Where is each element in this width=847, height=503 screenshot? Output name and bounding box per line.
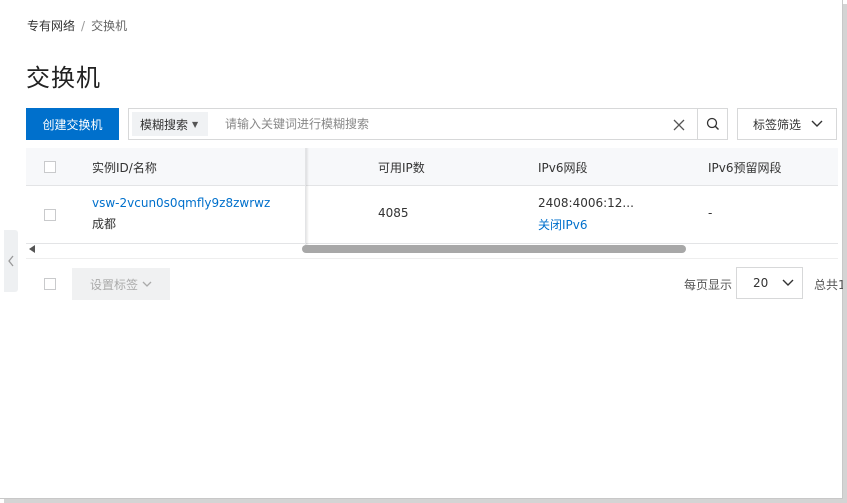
set-tag-label: 设置标签 [89, 277, 138, 292]
select-all-checkbox[interactable] [44, 161, 56, 173]
scrollbar-thumb[interactable] [302, 245, 686, 253]
tag-filter-dropdown[interactable]: 标签筛选 [737, 108, 837, 140]
search-box: 模糊搜索 ▼ [128, 108, 728, 140]
total-count-label: 总共1 [814, 278, 846, 292]
search-icon [706, 117, 719, 130]
header-ipv6-cidr[interactable]: IPv6网段 [538, 159, 588, 176]
search-input[interactable] [225, 113, 655, 135]
table-header: 实例ID/名称 可用IP数 IPv6网段 IPv6预留网段 [26, 148, 838, 186]
breadcrumb-separator: / [81, 18, 86, 33]
row-checkbox[interactable] [44, 209, 56, 221]
scroll-left-arrow-icon[interactable] [29, 245, 35, 253]
page-title: 交换机 [26, 64, 101, 92]
footer-select-all-checkbox[interactable] [44, 278, 56, 290]
ipv6-cidr-value: 2408:4006:12... [538, 196, 634, 210]
search-type-dropdown[interactable]: 模糊搜索 ▼ [132, 112, 208, 136]
breadcrumb: 专有网络 / 交换机 [27, 17, 127, 34]
header-instance[interactable]: 实例ID/名称 [92, 159, 157, 176]
console-frame: 专有网络 / 交换机 交换机 创建交换机 模糊搜索 ▼ 标签筛选 [0, 0, 846, 499]
table-row: vsw-2vcun0s0qmfly9z8zwrwz 成都 4085 2408:4… [26, 186, 838, 244]
per-page-label: 每页显示 [684, 278, 733, 292]
horizontal-scrollbar[interactable] [26, 243, 838, 255]
close-icon [673, 119, 685, 131]
instance-name: 成都 [92, 217, 117, 231]
tag-filter-label: 标签筛选 [753, 117, 802, 132]
available-ip-value: 4085 [378, 206, 409, 220]
chevron-down-icon [142, 281, 152, 287]
disable-ipv6-link[interactable]: 关闭IPv6 [538, 216, 588, 233]
chevron-left-icon [8, 255, 14, 267]
header-ipv6-reserved[interactable]: IPv6预留网段 [708, 159, 782, 176]
chevron-down-icon [782, 279, 794, 286]
search-type-label: 模糊搜索 [140, 117, 189, 132]
instance-id-link[interactable]: vsw-2vcun0s0qmfly9z8zwrwz [92, 196, 270, 210]
fixed-column-shadow [306, 148, 309, 246]
header-available-ip[interactable]: 可用IP数 [378, 159, 425, 176]
sidebar-collapse-toggle[interactable] [4, 230, 18, 292]
create-vswitch-button[interactable]: 创建交换机 [26, 108, 119, 140]
caret-down-icon: ▼ [192, 119, 199, 129]
vswitch-table: 实例ID/名称 可用IP数 IPv6网段 IPv6预留网段 vsw-2vcun0… [26, 148, 838, 258]
page-size-select[interactable]: 20 [736, 267, 803, 299]
chevron-down-icon [811, 120, 823, 127]
breadcrumb-current: 交换机 [91, 19, 128, 33]
ipv6-reserved-value: - [708, 206, 713, 220]
search-button[interactable] [697, 108, 728, 140]
set-tag-button[interactable]: 设置标签 [72, 268, 170, 300]
breadcrumb-parent-link[interactable]: 专有网络 [27, 17, 75, 34]
window-shadow-right [843, 4, 847, 503]
clear-search-button[interactable] [670, 116, 688, 134]
page-size-value: 20 [753, 276, 769, 290]
table-footer: 设置标签 每页显示 20 总共1 [26, 258, 846, 306]
window-shadow-bottom [4, 499, 847, 503]
